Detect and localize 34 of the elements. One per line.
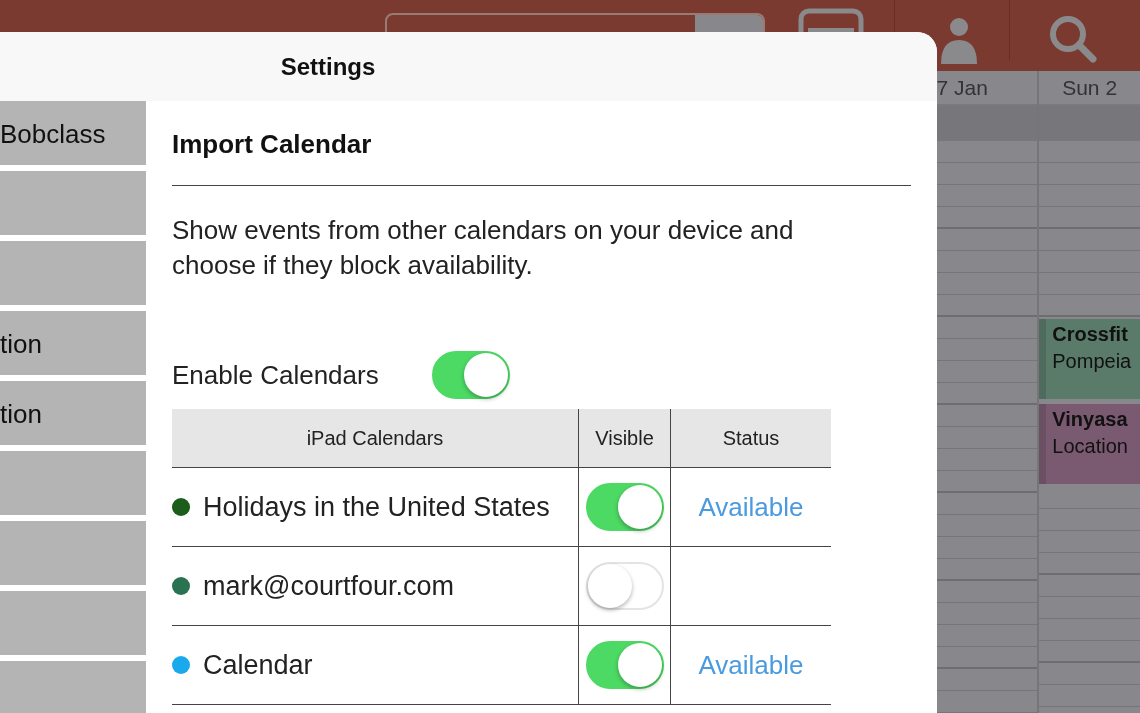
toggle-switch[interactable] [585, 641, 664, 689]
dialog-title: Settings [279, 52, 377, 82]
toggle-switch[interactable] [585, 562, 664, 610]
calendar-name: Holidays in the United States [203, 491, 550, 523]
sidebar-item[interactable]: tion [0, 381, 146, 445]
event-location: Pompeia [1052, 350, 1132, 373]
sidebar-item[interactable] [0, 591, 146, 655]
sidebar-item[interactable] [0, 521, 146, 585]
description-text: Show events from other calendars on your device and choose if they block availability. [172, 214, 795, 282]
column-header: Visible [578, 409, 671, 468]
event-location: Location [1052, 435, 1128, 458]
sidebar-item[interactable] [0, 171, 146, 235]
section-title: Import Calendar [172, 129, 373, 161]
sidebar-item[interactable]: Bobclass [0, 101, 146, 165]
column-header: iPad Calendars [172, 409, 578, 468]
day-header: 7 Jan [936, 75, 989, 101]
enable-label: Enable Calendars [172, 359, 379, 391]
event-title: Vinyasa [1052, 408, 1128, 431]
search-icon[interactable] [1048, 14, 1098, 64]
person-icon[interactable] [939, 16, 979, 64]
calendar-name: mark@courtfour.com [203, 570, 454, 602]
sidebar-item[interactable] [0, 451, 146, 515]
toggle-switch[interactable] [585, 483, 664, 531]
sidebar-item[interactable] [0, 241, 146, 305]
status-text: Available [698, 491, 804, 523]
sidebar-item[interactable] [0, 661, 146, 713]
toggle-switch[interactable] [431, 351, 510, 399]
event-block[interactable]: Crossfit Pompeia [1039, 319, 1140, 399]
day-header: Sun 2 [1061, 75, 1119, 101]
calendar-name: Calendar [203, 649, 313, 681]
status-text: Available [698, 649, 804, 681]
sidebar-item[interactable]: tion [0, 311, 146, 375]
event-title: Crossfit [1052, 323, 1129, 346]
column-header: Status [671, 409, 831, 468]
